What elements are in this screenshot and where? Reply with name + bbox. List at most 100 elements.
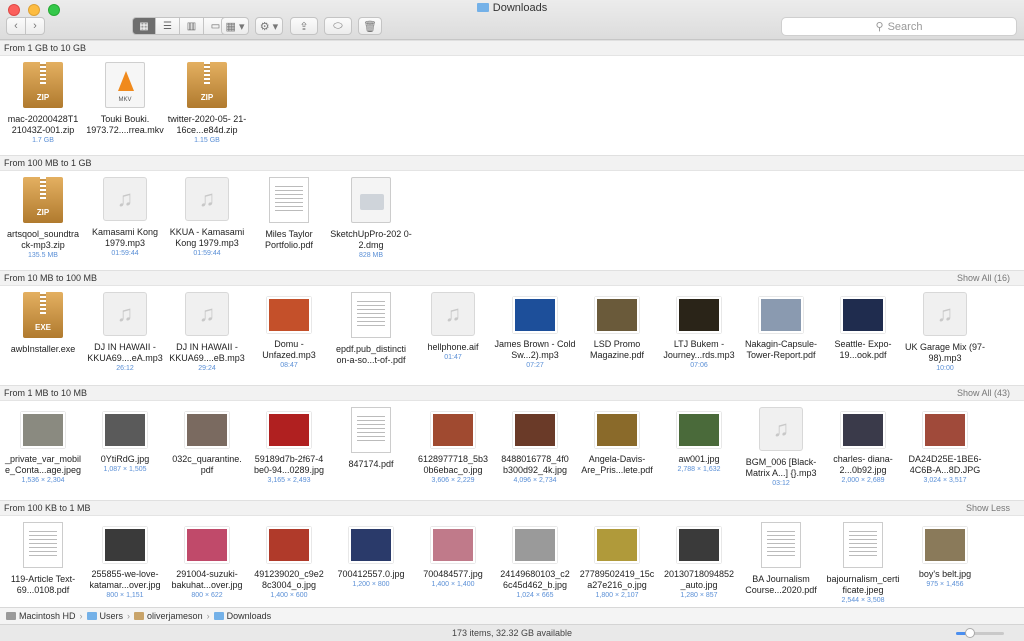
document-icon xyxy=(843,522,883,568)
file-group: From 10 MB to 100 MBShow All (16)awbInst… xyxy=(0,270,1024,386)
file-meta: 2,788 × 1,632 xyxy=(677,466,721,473)
icon-size-slider[interactable] xyxy=(956,628,1004,638)
file-item[interactable]: 27789502419_15c a27e216_o.jpg 1,800 × 2,1… xyxy=(576,522,658,601)
file-item[interactable]: aw001.jpg 2,788 × 1,632 xyxy=(658,407,740,475)
file-item[interactable]: 291004-suzuki- bakuhat...over.jpg 800 × 6… xyxy=(166,522,248,601)
file-item[interactable]: LTJ Bukem - Journey...rds.mp3 07:06 xyxy=(658,292,740,371)
file-item[interactable]: MKV Touki Bouki. 1973.72....rrea.mkv xyxy=(84,62,166,136)
file-item[interactable]: 700412557.0.jpg 1,200 × 800 xyxy=(330,522,412,590)
file-item[interactable]: Angela-Davis- Are_Pris...lete.pdf xyxy=(576,407,658,476)
file-name: LSD Promo Magazine.pdf xyxy=(589,339,645,360)
file-item[interactable]: LSD Promo Magazine.pdf xyxy=(576,292,658,361)
tags-button[interactable]: ⬭ xyxy=(324,17,352,35)
back-button[interactable]: ‹ xyxy=(6,17,26,35)
action-gear-button[interactable]: ⚙ ▾ xyxy=(255,17,283,35)
file-meta: 1,536 × 2,304 xyxy=(21,477,65,484)
image-thumbnail xyxy=(595,527,639,563)
image-thumbnail xyxy=(103,412,147,448)
file-type-tag: MKV xyxy=(118,97,132,103)
file-name: BA Journalism Course...2020.pdf xyxy=(745,574,817,595)
file-item[interactable]: ♫ UK Garage Mix (97-98).mp3 10:00 xyxy=(904,292,986,374)
file-item[interactable]: Domu - Unfazed.mp3 08:47 xyxy=(248,292,330,371)
list-view-button[interactable]: ☰ xyxy=(156,17,180,35)
document-icon xyxy=(761,522,801,568)
path-segment[interactable]: Downloads xyxy=(213,611,271,621)
slider-knob[interactable] xyxy=(965,628,976,638)
file-name: 291004-suzuki- bakuhat...over.jpg xyxy=(171,569,243,590)
file-item[interactable]: ♫ DJ IN HAWAII - KKUA69....eA.mp3 26:12 xyxy=(84,292,166,374)
file-item[interactable]: 59189d7b-2f67-4 be0-94...0289.jpg 3,165 ×… xyxy=(248,407,330,486)
path-segment[interactable]: Macintosh HD xyxy=(6,611,76,621)
image-thumbnail xyxy=(431,527,475,563)
archive-icon xyxy=(187,62,227,108)
file-name: KKUA - Kamasami Kong 1979.mp3 xyxy=(169,227,245,248)
file-item[interactable]: DA24D25E-1BE6- 4C6B-A...8D.JPG 3,024 × 3,… xyxy=(904,407,986,486)
file-item[interactable]: 24149680103_c2 6c45d462_b.jpg 1,024 × 665 xyxy=(494,522,576,601)
file-item[interactable]: awbInstaller.exe xyxy=(2,292,84,355)
arrange-button[interactable]: ▦ ▾ xyxy=(221,17,249,35)
image-thumbnail xyxy=(513,527,557,563)
document-icon xyxy=(351,407,391,453)
path-segment[interactable]: Users xyxy=(86,611,123,621)
file-item[interactable]: 255855-we-love- katamar...over.jpg 800 × … xyxy=(84,522,166,601)
file-item[interactable]: twitter-2020-05- 21-16ce...e84d.zip 1.15 … xyxy=(166,62,248,146)
file-item[interactable]: BA Journalism Course...2020.pdf xyxy=(740,522,822,596)
view-mode-selector: ▦ ☰ ▥ ▭ xyxy=(132,17,228,35)
file-item[interactable]: SketchUpPro-202 0-2.dmg 828 MB xyxy=(330,177,412,261)
file-item[interactable]: artsqool_soundtra ck-mp3.zip 135.5 MB xyxy=(2,177,84,261)
group-show-toggle[interactable]: Show Less xyxy=(966,501,1010,515)
archive-icon xyxy=(23,177,63,223)
path-segment[interactable]: oliverjameson xyxy=(134,611,203,621)
folder-icon xyxy=(213,612,224,620)
file-name: 847174.pdf xyxy=(348,459,394,469)
path-bar: Macintosh HD › Users › oliverjameson › Downloa… xyxy=(0,607,1024,624)
file-item[interactable]: _private_var_mobil e_Conta...age.jpeg 1,5… xyxy=(2,407,84,486)
file-item[interactable]: charles- diana-2...0b92.jpg 2,000 × 2,689 xyxy=(822,407,904,486)
file-item[interactable]: mac-20200428T1 21043Z-001.zip 1.7 GB xyxy=(2,62,84,146)
status-bar: 173 items, 32.32 GB available xyxy=(0,624,1024,641)
file-item[interactable]: 700484577.jpg 1,400 × 1,400 xyxy=(412,522,494,590)
share-button[interactable]: ⇪ xyxy=(290,17,318,35)
file-item[interactable]: bajournalism_certi ficate.jpeg 2,544 × 3,… xyxy=(822,522,904,606)
file-item[interactable]: 032c_quarantine. pdf xyxy=(166,407,248,476)
file-meta: 975 × 1,456 xyxy=(926,581,964,588)
file-item[interactable]: 847174.pdf xyxy=(330,407,412,470)
file-item[interactable]: ♫ hellphone.aif 01:47 xyxy=(412,292,494,363)
file-item[interactable]: 8488016778_4f0 b300d92_4k.jpg 4,096 × 2,7… xyxy=(494,407,576,486)
file-item[interactable]: ♫ Kamasami Kong 1979.mp3 01:59:44 xyxy=(84,177,166,259)
icon-view-button[interactable]: ▦ xyxy=(132,17,156,35)
file-item[interactable]: 20130718094852 _auto.jpg 1,280 × 857 xyxy=(658,522,740,601)
file-item[interactable]: Nakagin-Capsule- Tower-Report.pdf xyxy=(740,292,822,361)
file-name: 119-Article Text-69...0108.pdf xyxy=(10,574,76,595)
file-item[interactable]: boy's belt.jpg 975 × 1,456 xyxy=(904,522,986,590)
file-name: Domu - Unfazed.mp3 xyxy=(262,339,316,360)
file-item[interactable]: ♫ KKUA - Kamasami Kong 1979.mp3 01:59:44 xyxy=(166,177,248,259)
file-item[interactable]: James Brown - Cold Sw...2).mp3 07:27 xyxy=(494,292,576,371)
file-meta: 08:47 xyxy=(280,362,298,369)
column-view-button[interactable]: ▥ xyxy=(180,17,204,35)
search-field[interactable]: ⚲ Search xyxy=(781,17,1017,36)
file-meta: 1.15 GB xyxy=(194,137,220,144)
file-name: 27789502419_15c a27e216_o.jpg xyxy=(579,569,655,590)
file-item[interactable]: 491239020_c9e2 8c3004_o.jpg 1,400 × 600 xyxy=(248,522,330,601)
file-item[interactable]: Miles Taylor Portfolio.pdf xyxy=(248,177,330,251)
delete-button[interactable]: 🗑 xyxy=(358,17,382,35)
file-item[interactable]: epdf.pub_distincti on-a-so...t-of-.pdf xyxy=(330,292,412,366)
group-show-toggle[interactable]: Show All (43) xyxy=(957,386,1010,400)
music-note-icon: ♫ xyxy=(923,292,967,336)
file-name: 700412557.0.jpg xyxy=(337,569,405,579)
forward-button[interactable]: › xyxy=(25,17,45,35)
file-item[interactable]: 6128977718_5b3 0b6ebac_o.jpg 3,606 × 2,22… xyxy=(412,407,494,486)
file-item[interactable]: ♫ BGM_006 [Black- Matrix A...] {}.mp3 03:1… xyxy=(740,407,822,489)
file-item[interactable]: ♫ DJ IN HAWAII - KKUA69....eB.mp3 29:24 xyxy=(166,292,248,374)
file-meta: 2,544 × 3,508 xyxy=(841,597,885,604)
file-item[interactable]: Seattle- Expo-19...ook.pdf xyxy=(822,292,904,361)
document-lines xyxy=(357,301,385,329)
file-item[interactable]: 0YtiRdG.jpg 1,087 × 1,505 xyxy=(84,407,166,475)
group-header: From 1 MB to 10 MB Show All (43) xyxy=(0,385,1024,401)
file-name: bajournalism_certi ficate.jpeg xyxy=(826,574,900,595)
archive-icon xyxy=(23,62,63,108)
file-item[interactable]: 119-Article Text-69...0108.pdf xyxy=(2,522,84,596)
group-show-toggle[interactable]: Show All (16) xyxy=(957,271,1010,285)
file-name: _private_var_mobil e_Conta...age.jpeg xyxy=(4,454,82,475)
